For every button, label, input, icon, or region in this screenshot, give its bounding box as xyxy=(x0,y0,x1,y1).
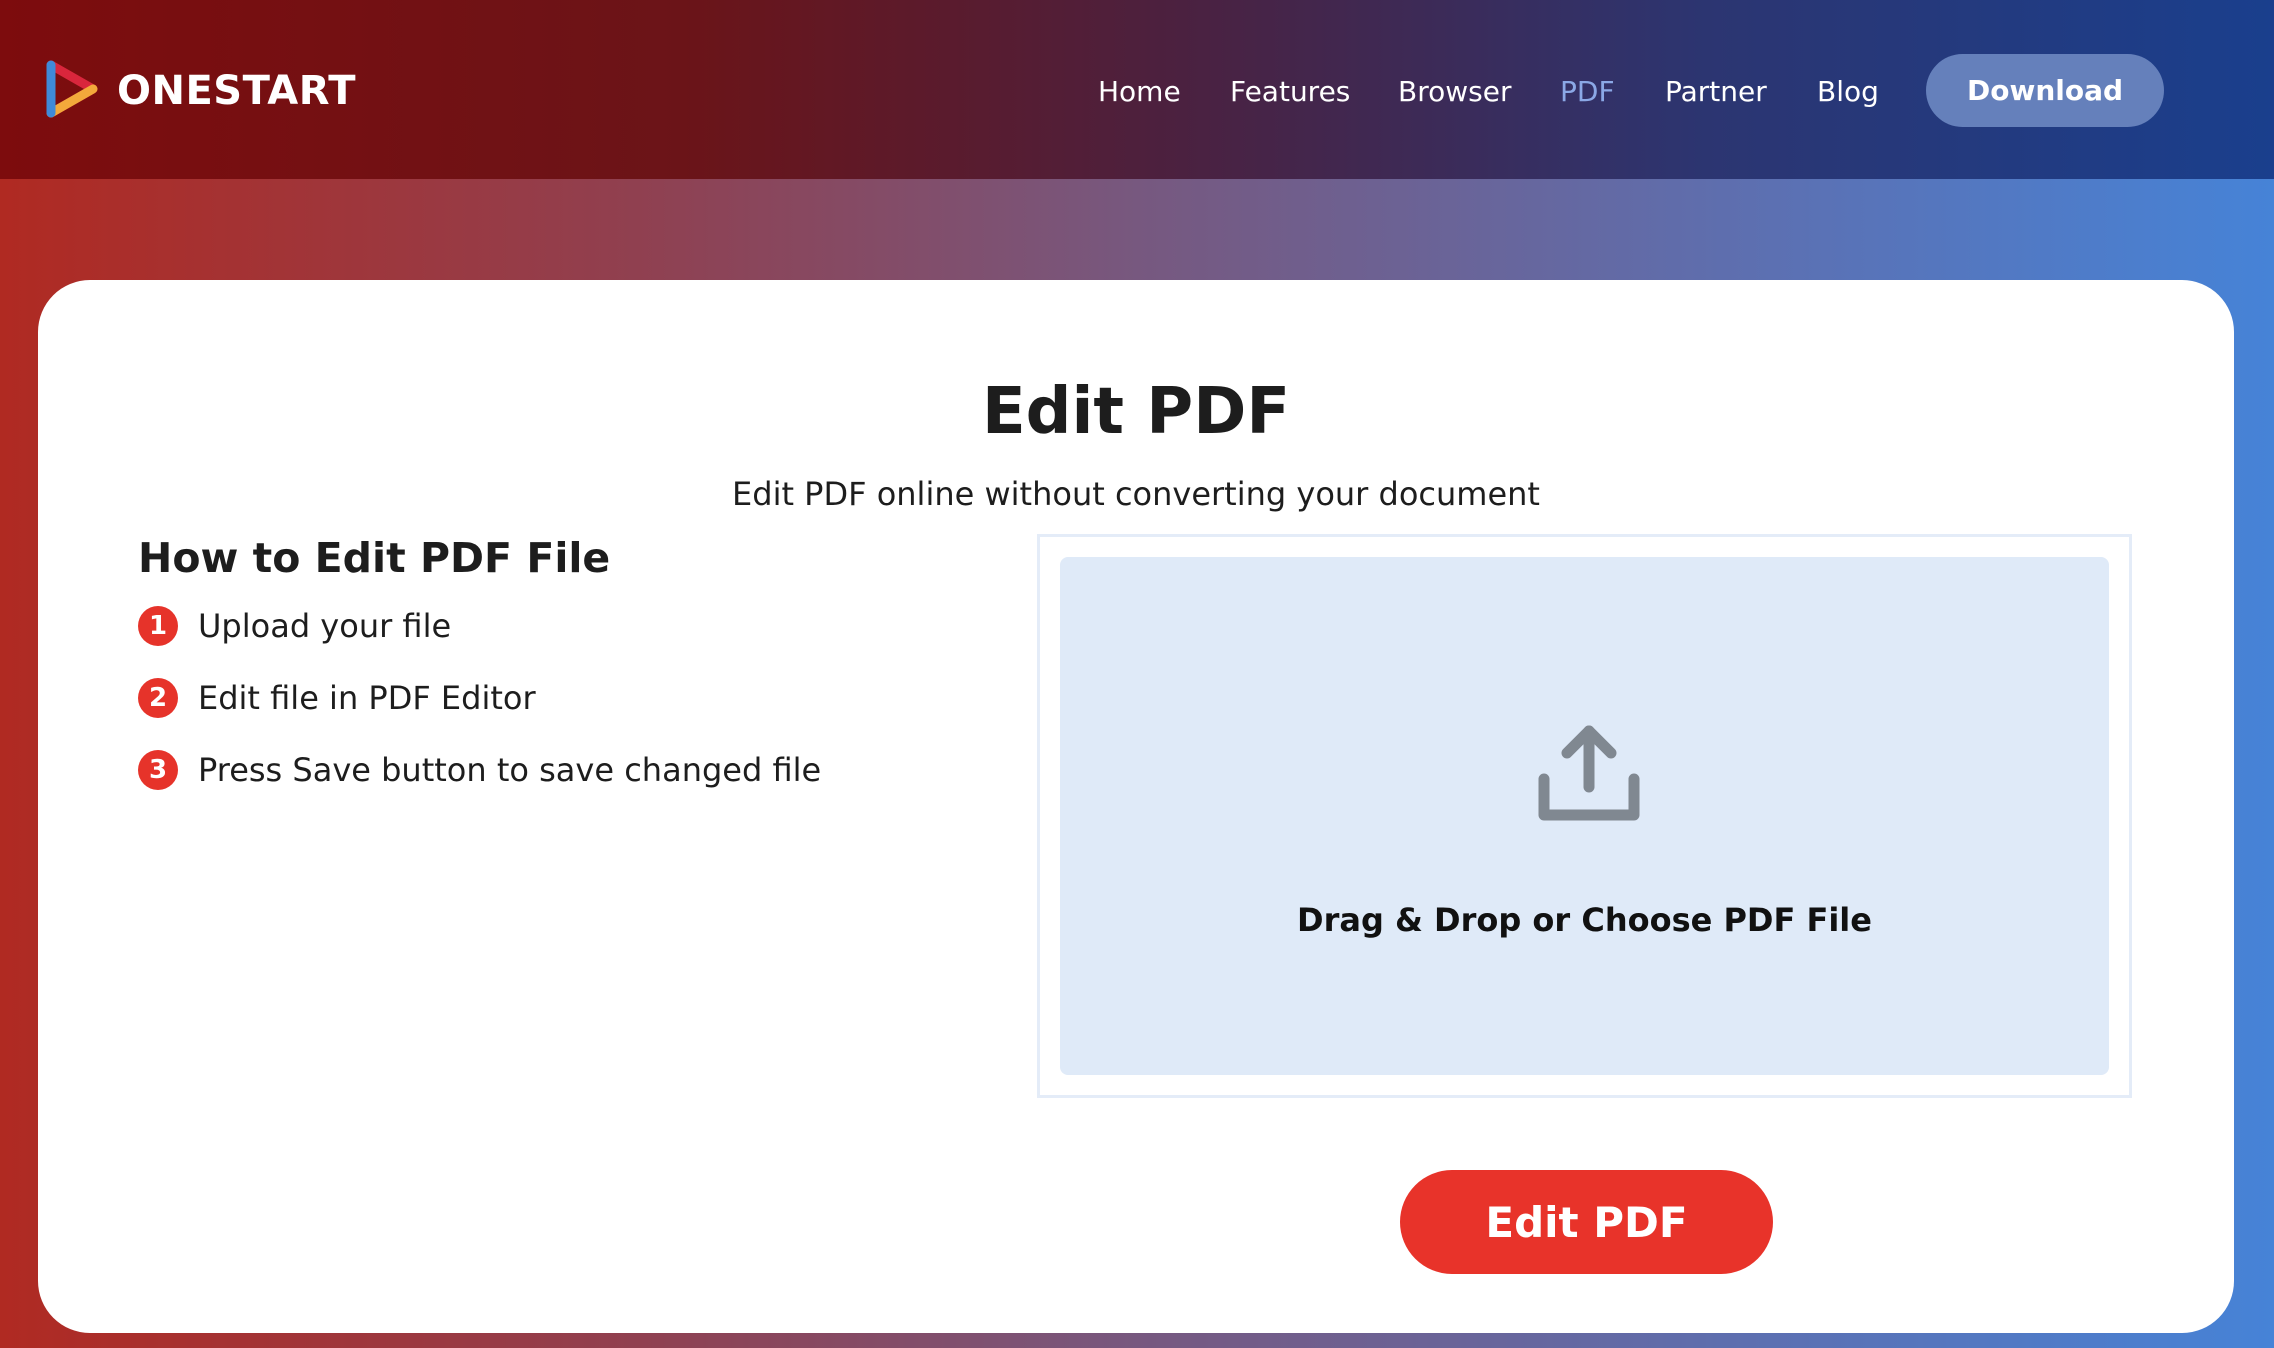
nav-partner[interactable]: Partner xyxy=(1665,64,1767,120)
site-header: ONESTART Home Features Browser PDF Partn… xyxy=(0,0,2274,179)
step-item: 3 Press Save button to save changed file xyxy=(138,750,821,822)
editor-card: Edit PDF Edit PDF online without convert… xyxy=(38,280,2234,1333)
download-button[interactable]: Download xyxy=(1926,54,2164,127)
page-title: Edit PDF xyxy=(981,375,1291,449)
step-number-badge: 3 xyxy=(138,750,178,790)
step-text: Press Save button to save changed file xyxy=(198,751,822,789)
onestart-logo-icon xyxy=(46,60,98,118)
dropzone-area[interactable]: Drag & Drop or Choose PDF File xyxy=(1060,557,2109,1075)
step-text: Upload your file xyxy=(198,607,452,645)
how-to-steps: 1 Upload your file 2 Edit file in PDF Ed… xyxy=(138,606,821,822)
step-text: Edit file in PDF Editor xyxy=(198,679,536,717)
nav-browser[interactable]: Browser xyxy=(1398,64,1511,120)
logo[interactable]: ONESTART xyxy=(41,55,356,127)
nav-blog[interactable]: Blog xyxy=(1817,64,1879,120)
page-subtitle: Edit PDF online without converting your … xyxy=(732,475,1540,513)
step-item: 1 Upload your file xyxy=(138,606,821,678)
nav-home[interactable]: Home xyxy=(1098,64,1181,120)
pdf-dropzone[interactable]: Drag & Drop or Choose PDF File xyxy=(1037,534,2132,1098)
logo-text: ONESTART xyxy=(117,68,357,114)
step-number-badge: 1 xyxy=(138,606,178,646)
how-to-title: How to Edit PDF File xyxy=(138,534,611,582)
nav-features[interactable]: Features xyxy=(1230,64,1350,120)
dropzone-label: Drag & Drop or Choose PDF File xyxy=(1297,901,1872,939)
nav-pdf[interactable]: PDF xyxy=(1560,64,1615,120)
edit-pdf-button[interactable]: Edit PDF xyxy=(1400,1170,1773,1274)
upload-icon xyxy=(1538,725,1640,821)
step-number-badge: 2 xyxy=(138,678,178,718)
step-item: 2 Edit file in PDF Editor xyxy=(138,678,821,750)
